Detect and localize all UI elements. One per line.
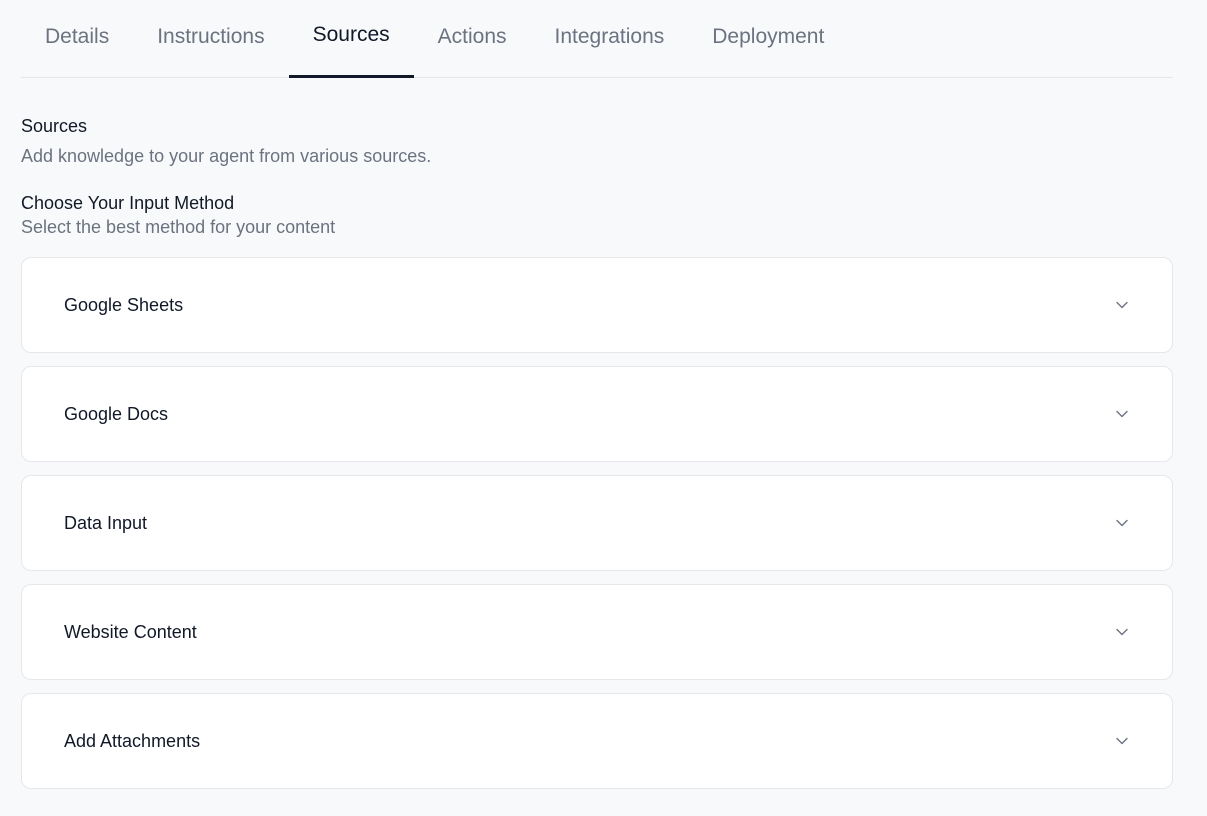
google-sheets-card[interactable]: Google Sheets xyxy=(21,257,1173,353)
sources-description: Add knowledge to your agent from various… xyxy=(21,146,432,166)
tab-details[interactable]: Details xyxy=(21,0,133,77)
chevron-down-icon[interactable] xyxy=(1115,625,1129,639)
chevron-down-icon[interactable] xyxy=(1115,734,1129,748)
website-content-card[interactable]: Website Content xyxy=(21,584,1173,680)
tab-sources[interactable]: Sources xyxy=(288,0,414,78)
data-input-card[interactable]: Data Input xyxy=(21,475,1173,571)
chevron-down-icon[interactable] xyxy=(1115,298,1129,312)
tab-bar: Details Instructions Sources Actions Int… xyxy=(21,0,1173,78)
sources-heading: Sources xyxy=(21,116,88,136)
card-label: Google Docs xyxy=(64,403,169,424)
google-docs-card[interactable]: Google Docs xyxy=(21,366,1173,462)
tab-deployment[interactable]: Deployment xyxy=(688,0,848,77)
main-container: Details Instructions Sources Actions Int… xyxy=(21,0,1173,802)
chevron-down-icon[interactable] xyxy=(1115,407,1129,421)
card-label: Add Attachments xyxy=(64,730,201,751)
add-attachments-card[interactable]: Add Attachments xyxy=(21,693,1173,789)
tab-integrations[interactable]: Integrations xyxy=(531,0,689,77)
tab-actions[interactable]: Actions xyxy=(414,0,531,77)
input-method-list: Google Sheets Google Docs Data Input Web… xyxy=(21,257,1173,789)
card-label: Data Input xyxy=(64,512,148,533)
card-label: Google Sheets xyxy=(64,294,184,315)
tab-instructions[interactable]: Instructions xyxy=(133,0,288,77)
input-method-heading: Choose Your Input Method xyxy=(21,193,235,213)
chevron-down-icon[interactable] xyxy=(1115,516,1129,530)
card-label: Website Content xyxy=(64,621,197,642)
input-method-description: Select the best method for your content xyxy=(21,217,336,237)
